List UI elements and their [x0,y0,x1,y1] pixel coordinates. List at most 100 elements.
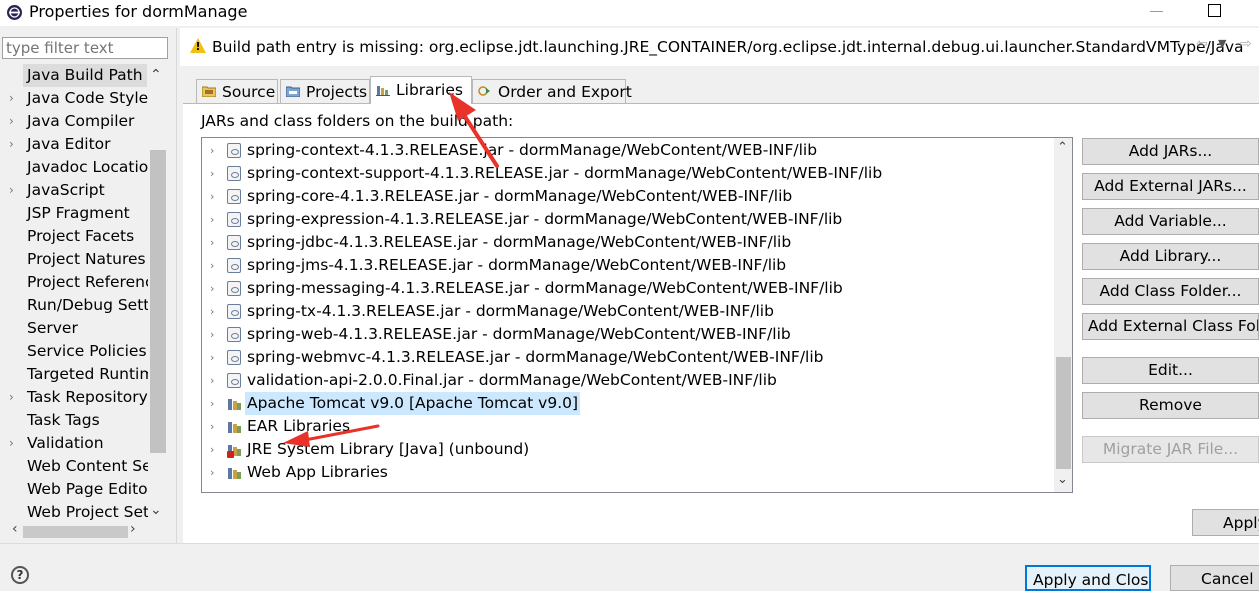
help-icon[interactable]: ? [11,566,29,584]
add-library-button[interactable]: Add Library... [1082,243,1259,270]
jar-icon [227,166,241,181]
tab-libraries[interactable]: Libraries [370,76,472,104]
library-entry[interactable]: › JRE System Library [Java] (unbound) [202,438,1054,461]
library-entry-label: spring-context-support-4.1.3.RELEASE.jar… [247,164,883,182]
tree-scroll-thumb[interactable] [1056,357,1071,469]
chevron-right-icon[interactable]: › [210,208,214,231]
library-entry[interactable]: › EAR Libraries [202,415,1054,438]
scroll-left-icon[interactable]: ‹ [12,521,18,537]
nav-scroll-thumb[interactable] [150,150,166,453]
projects-icon [286,86,300,97]
chevron-right-icon[interactable]: › [9,432,14,455]
nav-item-label: Service Policies [27,342,147,360]
library-entry[interactable]: › spring-jms-4.1.3.RELEASE.jar - dormMana… [202,254,1054,277]
remove-button[interactable]: Remove [1082,392,1259,419]
scroll-right-icon[interactable]: › [130,521,136,537]
scroll-down-icon[interactable]: ⌄ [1057,472,1068,487]
nav-item[interactable]: Javadoc Location [0,156,148,179]
minimize-button[interactable] [1150,11,1163,12]
chevron-right-icon[interactable]: › [210,323,214,346]
chevron-right-icon[interactable]: › [9,133,14,156]
nav-item[interactable]: Web Content Settings [0,455,148,478]
tab-label: Source [222,83,276,101]
add-external-class-folder-button[interactable]: Add External Class Folder... [1082,313,1259,340]
back-arrow-icon[interactable]: ⇦ [1196,36,1208,52]
chevron-right-icon[interactable]: › [210,346,214,369]
forward-arrow-icon[interactable]: ⇨ [1240,36,1252,52]
edit-button[interactable]: Edit... [1082,357,1259,384]
build-path-caption: JARs and class folders on the build path… [201,112,514,130]
chevron-right-icon[interactable]: › [210,254,214,277]
nav-item[interactable]: Server [0,317,148,340]
library-entry[interactable]: › spring-web-4.1.3.RELEASE.jar - dormMana… [202,323,1054,346]
library-entry[interactable]: › spring-core-4.1.3.RELEASE.jar - dormMan… [202,185,1054,208]
nav-item-label: Project Natures [27,250,146,268]
library-entry[interactable]: › spring-expression-4.1.3.RELEASE.jar - d… [202,208,1054,231]
nav-item[interactable]: Project Facets [0,225,148,248]
nav-item[interactable]: Project Natures [0,248,148,271]
nav-item[interactable]: Java Build Path [0,64,148,87]
library-entry[interactable]: › spring-tx-4.1.3.RELEASE.jar - dormManag… [202,300,1054,323]
chevron-right-icon[interactable]: › [9,179,14,202]
chevron-right-icon[interactable]: › [9,110,14,133]
filter-input[interactable] [2,37,168,59]
tab-projects[interactable]: Projects [280,79,370,103]
chevron-right-icon[interactable]: › [210,162,214,185]
library-entry[interactable]: › spring-messaging-4.1.3.RELEASE.jar - do… [202,277,1054,300]
nav-item[interactable]: JSP Fragment [0,202,148,225]
nav-item[interactable]: Task Tags [0,409,148,432]
library-entry[interactable]: › spring-context-4.1.3.RELEASE.jar - dorm… [202,139,1054,162]
library-entry[interactable]: › spring-jdbc-4.1.3.RELEASE.jar - dormMan… [202,231,1054,254]
library-icon [227,419,241,434]
chevron-right-icon[interactable]: › [9,87,14,110]
maximize-button[interactable] [1208,4,1221,17]
chevron-right-icon[interactable]: › [9,386,14,409]
libraries-tree[interactable]: › spring-context-4.1.3.RELEASE.jar - dorm… [201,137,1073,493]
add-jars-button[interactable]: Add JARs... [1082,138,1259,165]
library-entry[interactable]: › validation-api-2.0.0.Final.jar - dormMa… [202,369,1054,392]
nav-item-label: Java Code Style [27,89,148,107]
add-external-jars-button[interactable]: Add External JARs... [1082,173,1259,200]
chevron-right-icon[interactable]: › [210,300,214,323]
nav-item[interactable]: Web Page Editor [0,478,148,501]
nav-hscroll-thumb[interactable] [23,526,128,538]
library-entry[interactable]: › spring-webmvc-4.1.3.RELEASE.jar - dormM… [202,346,1054,369]
nav-item[interactable]: › Validation [0,432,148,455]
nav-item[interactable]: Web Project Settings [0,501,148,524]
nav-item[interactable]: Targeted Runtimes [0,363,148,386]
nav-item[interactable]: › Java Code Style [0,87,148,110]
library-entry[interactable]: › spring-context-support-4.1.3.RELEASE.ja… [202,162,1054,185]
tab-order-and-export[interactable]: Order and Export [472,79,632,103]
history-dropdown-icon[interactable]: ▼ [1218,37,1226,50]
nav-item[interactable]: › JavaScript [0,179,148,202]
chevron-right-icon[interactable]: › [210,369,214,392]
apply-button[interactable]: Apply [1192,509,1259,536]
tab-source[interactable]: Source [196,79,278,103]
add-class-folder-button[interactable]: Add Class Folder... [1082,278,1259,305]
chevron-right-icon[interactable]: › [210,461,214,484]
chevron-right-icon[interactable]: › [210,185,214,208]
add-variable-button[interactable]: Add Variable... [1082,208,1259,235]
nav-item[interactable]: Service Policies [0,340,148,363]
chevron-right-icon[interactable]: › [210,415,214,438]
library-entry[interactable]: › Web App Libraries [202,461,1054,484]
library-entry[interactable]: › Apache Tomcat v9.0 [Apache Tomcat v9.0] [202,392,1054,415]
scroll-up-icon[interactable]: ⌃ [1057,140,1068,155]
scroll-down-icon[interactable]: ⌄ [150,502,162,518]
nav-item[interactable]: › Task Repository [0,386,148,409]
chevron-right-icon[interactable]: › [210,139,214,162]
chevron-right-icon[interactable]: › [210,277,214,300]
scroll-up-icon[interactable]: ⌃ [150,67,162,83]
chevron-right-icon[interactable]: › [210,438,214,461]
nav-item[interactable]: › Java Editor [0,133,148,156]
library-entry-label: spring-expression-4.1.3.RELEASE.jar - do… [247,210,843,228]
nav-item[interactable]: Run/Debug Settings [0,294,148,317]
chevron-right-icon[interactable]: › [210,231,214,254]
apply-and-close-button[interactable]: Apply and Close [1025,565,1151,591]
chevron-right-icon[interactable]: › [210,392,214,415]
pane-divider[interactable] [176,28,177,543]
nav-item[interactable]: Project References [0,271,148,294]
nav-item[interactable]: › Java Compiler [0,110,148,133]
nav-item-label: JSP Fragment [27,204,130,222]
cancel-button[interactable]: Cancel [1170,565,1259,591]
